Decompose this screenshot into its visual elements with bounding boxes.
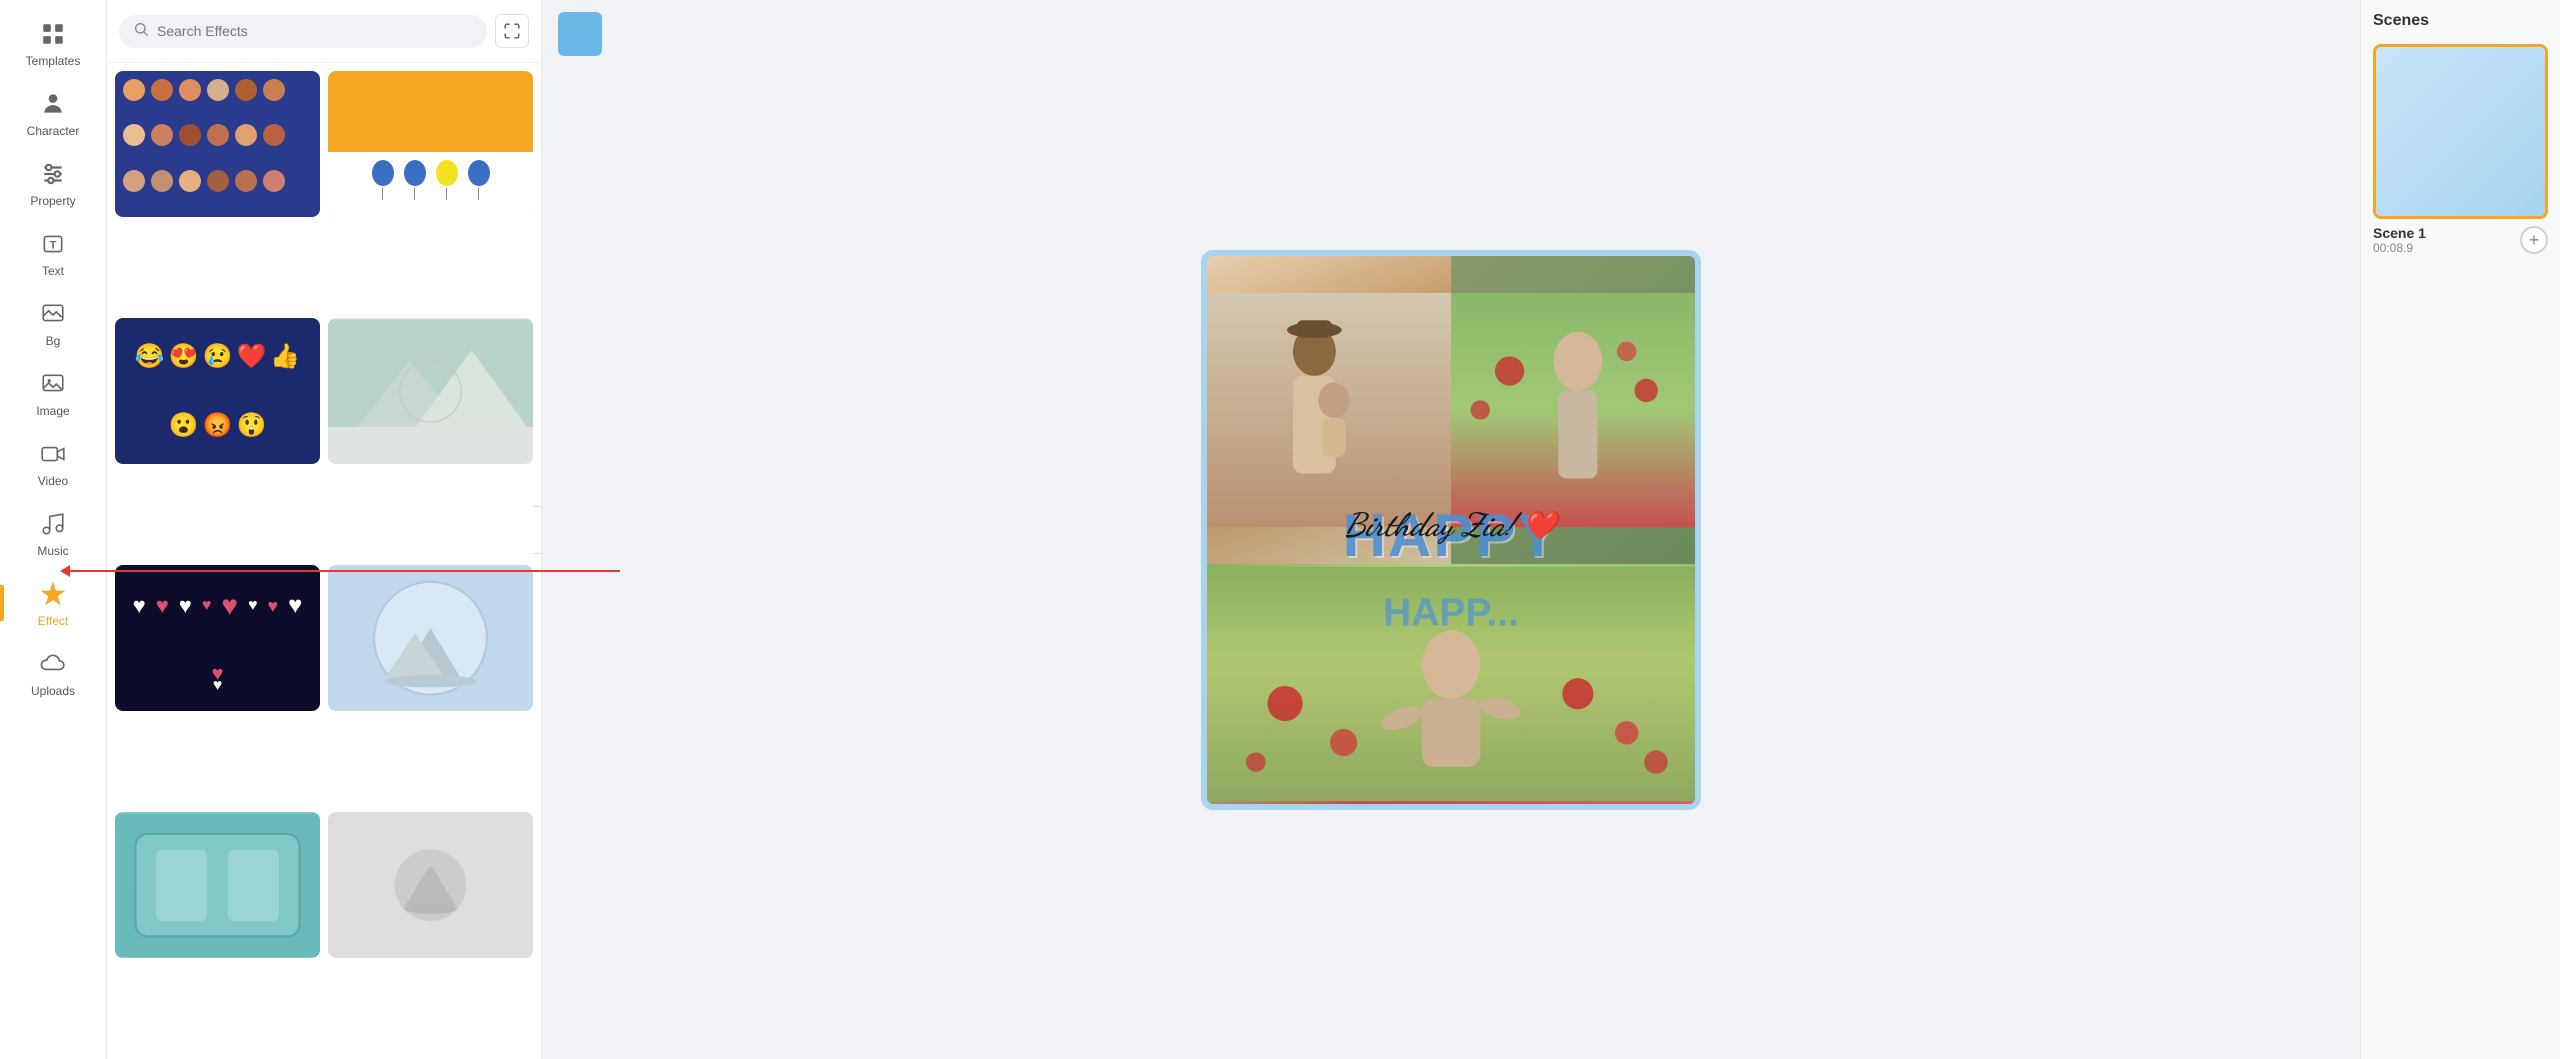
canvas-top-bar (558, 12, 602, 56)
canvas-content: HAPPY Birthday Zia! ❤️ (542, 0, 2360, 1059)
add-scene-button[interactable]: + (2520, 226, 2548, 254)
birthday-script-text: Birthday Zia! ❤️ (1345, 506, 1558, 544)
scene-thumb-inner (2376, 47, 2545, 216)
sidebar-item-video[interactable]: Video (0, 428, 106, 498)
birthday-card[interactable]: HAPPY Birthday Zia! ❤️ (1201, 250, 1701, 810)
active-indicator (0, 585, 4, 621)
color-swatch[interactable] (558, 12, 602, 56)
effect-thumb-emoji[interactable]: 😂 😍 😢 ❤️ 👍 😮 😡 😲 (115, 318, 320, 464)
arrow-indicator (60, 565, 620, 577)
search-bar (107, 0, 541, 63)
text-icon: T (37, 228, 69, 260)
birthday-script: Birthday Zia! ❤️ (1345, 506, 1558, 544)
scenes-title: Scenes (2373, 12, 2548, 30)
effect-icon (37, 578, 69, 610)
effect-thumb-polka-blue[interactable] (115, 71, 320, 217)
scene-item[interactable]: Scene 1 00:08.9 + (2373, 44, 2548, 255)
effect-thumb-yellow-balloons[interactable] (328, 71, 533, 217)
effects-panel: 😂 😍 😢 ❤️ 👍 😮 😡 😲 ♥ ♥ ♥ ♥ ♥ (107, 0, 542, 1059)
sliders-icon (37, 158, 69, 190)
cloud-icon (37, 648, 69, 680)
effect-thumb-grey-landscape[interactable] (328, 318, 533, 464)
sidebar-item-music[interactable]: Music (0, 498, 106, 568)
arrow-line (70, 570, 620, 572)
search-input[interactable] (157, 23, 473, 39)
scene-thumb[interactable] (2373, 44, 2548, 219)
effect-thumb-green[interactable] (115, 812, 320, 958)
svg-text:T: T (50, 239, 57, 251)
sidebar-item-label-character: Character (27, 124, 80, 138)
person-icon (37, 88, 69, 120)
sidebar-item-label-bg: Bg (46, 334, 61, 348)
effect-thumb-grey-small[interactable] (328, 812, 533, 958)
svg-text:HAPP...: HAPP... (1383, 591, 1519, 634)
sidebar-item-label-property: Property (30, 194, 75, 208)
effect-thumb-circle-landscape[interactable] (328, 565, 533, 711)
sidebar-item-templates[interactable]: Templates (0, 8, 106, 78)
expand-button[interactable] (495, 14, 529, 48)
effect-thumb-hearts-dark[interactable]: ♥ ♥ ♥ ♥ ♥ ♥ ♥ ♥ ♥ ♥ (115, 565, 320, 711)
sidebar-item-text[interactable]: T Text (0, 218, 106, 288)
canvas-area: HAPPY Birthday Zia! ❤️ (542, 0, 2360, 1059)
music-icon (37, 508, 69, 540)
sidebar-item-label-uploads: Uploads (31, 684, 75, 698)
scene-name: Scene 1 (2373, 225, 2426, 241)
scenes-panel: Scenes Scene 1 00:08.9 + (2360, 0, 2560, 1059)
scene-duration: 00:08.9 (2373, 241, 2426, 255)
video-icon (37, 438, 69, 470)
grid-icon (37, 18, 69, 50)
sidebar-item-label-image: Image (36, 404, 69, 418)
sidebar-item-label-effect: Effect (38, 614, 68, 628)
sidebar-item-property[interactable]: Property (0, 148, 106, 218)
arrow-head (60, 565, 70, 577)
left-sidebar: Templates Character Property T Text Bg I… (0, 0, 107, 1059)
sidebar-item-effect[interactable]: Effect (0, 568, 106, 638)
image-icon (37, 368, 69, 400)
effects-grid: 😂 😍 😢 ❤️ 👍 😮 😡 😲 ♥ ♥ ♥ ♥ ♥ (107, 63, 541, 1059)
image-bg-icon (37, 298, 69, 330)
collapse-panel-button[interactable] (533, 506, 542, 554)
search-icon (133, 21, 149, 42)
sidebar-item-label-templates: Templates (26, 54, 81, 68)
sidebar-item-character[interactable]: Character (0, 78, 106, 148)
sidebar-item-bg[interactable]: Bg (0, 288, 106, 358)
sidebar-item-label-text: Text (42, 264, 64, 278)
sidebar-item-label-video: Video (38, 474, 68, 488)
search-input-wrapper[interactable] (119, 15, 487, 48)
sidebar-item-label-music: Music (37, 544, 68, 558)
sidebar-item-uploads[interactable]: Uploads (0, 638, 106, 708)
sidebar-item-image[interactable]: Image (0, 358, 106, 428)
card-bottom-section: HAPP... (1207, 564, 1695, 804)
scene-info: Scene 1 00:08.9 + (2373, 225, 2548, 255)
card-top-section: HAPPY Birthday Zia! ❤️ (1207, 256, 1695, 564)
